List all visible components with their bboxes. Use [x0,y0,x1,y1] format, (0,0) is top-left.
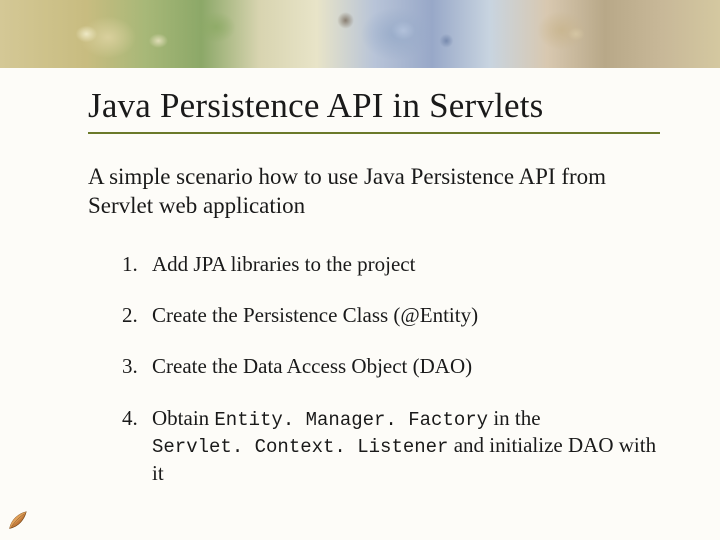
step-2: Create the Persistence Class (@Entity) [122,302,660,329]
step-4: Obtain Entity. Manager. Factory in the S… [122,405,660,488]
slide-content: Java Persistence API in Servlets A simpl… [0,68,720,531]
decorative-banner [0,0,720,68]
step-4-code-2: Servlet. Context. Listener [152,436,448,458]
step-4-code-1: Entity. Manager. Factory [214,409,488,431]
step-1: Add JPA libraries to the project [122,251,660,278]
leaf-icon [6,510,28,532]
step-3: Create the Data Access Object (DAO) [122,353,660,380]
slide-title: Java Persistence API in Servlets [88,86,660,134]
steps-list: Add JPA libraries to the project Create … [88,251,660,488]
intro-text: A simple scenario how to use Java Persis… [88,162,660,221]
step-4-text-a: Obtain [152,406,214,430]
step-4-text-b: in the [488,406,541,430]
